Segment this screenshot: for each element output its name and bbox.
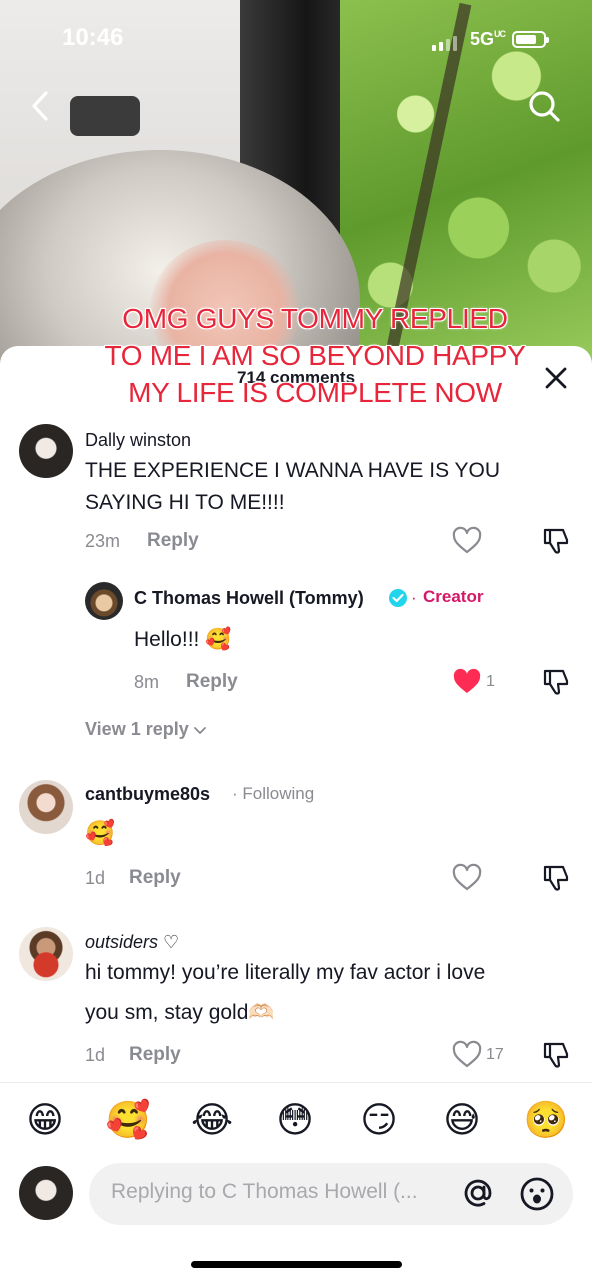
back-icon[interactable] bbox=[22, 86, 62, 126]
comment-time: 1d bbox=[85, 868, 106, 888]
dislike-icon[interactable] bbox=[541, 667, 571, 697]
dislike-icon[interactable] bbox=[541, 1040, 571, 1070]
following-badge: · Following bbox=[232, 784, 315, 803]
reply-input-placeholder[interactable]: Replying to C Thomas Howell (... bbox=[111, 1180, 451, 1204]
view-replies-button[interactable]: View 1 reply bbox=[85, 719, 207, 740]
creator-badge: Creator bbox=[423, 587, 484, 606]
emoji-flushed[interactable]: 😳 bbox=[270, 1096, 320, 1144]
comment-text: THE EXPERIENCE I WANNA HAVE IS YOU SAYIN… bbox=[85, 459, 501, 514]
reply-button[interactable]: Reply bbox=[186, 671, 238, 693]
comment-time: 1d bbox=[85, 1045, 106, 1065]
heart-icon[interactable] bbox=[452, 1040, 482, 1070]
heart-icon-filled[interactable] bbox=[452, 667, 482, 697]
battery-icon bbox=[512, 31, 549, 48]
security-camera bbox=[70, 96, 140, 136]
emoji-joy[interactable]: 😂 bbox=[187, 1096, 237, 1144]
comment-text: 🥰 bbox=[85, 820, 115, 847]
emoji-hearts[interactable]: 🥰 bbox=[103, 1096, 153, 1144]
comment-username[interactable]: outsiders ♡ bbox=[85, 932, 179, 953]
heart-icon[interactable] bbox=[452, 526, 482, 556]
comment-username[interactable]: cantbuyme80s bbox=[85, 784, 210, 805]
comment-username[interactable]: Dally winston bbox=[85, 430, 191, 451]
emoji-grin[interactable]: 😁 bbox=[20, 1096, 70, 1144]
network-indicator: 5GUC bbox=[470, 29, 506, 49]
comment-text-line1: hi tommy! you’re literally my fav actor … bbox=[85, 961, 486, 984]
verified-icon bbox=[388, 588, 408, 608]
status-time: 10:46 bbox=[62, 24, 124, 51]
close-icon[interactable] bbox=[540, 362, 572, 394]
avatar[interactable] bbox=[19, 927, 73, 981]
search-icon[interactable] bbox=[524, 86, 564, 126]
heart-icon[interactable] bbox=[452, 863, 482, 893]
reply-button[interactable]: Reply bbox=[147, 530, 199, 552]
avatar[interactable] bbox=[19, 424, 73, 478]
reply-username[interactable]: C Thomas Howell (Tommy) bbox=[134, 588, 364, 609]
avatar[interactable] bbox=[19, 780, 73, 834]
home-indicator bbox=[191, 1261, 402, 1268]
emoji-pleading[interactable]: 🥺 bbox=[521, 1096, 571, 1144]
emoji-smirk[interactable]: 😏 bbox=[354, 1096, 404, 1144]
reply-button[interactable]: Reply bbox=[129, 1044, 181, 1066]
like-count: 1 bbox=[486, 673, 495, 690]
comment-text-line2: you sm, stay gold🫶🏻 bbox=[85, 1001, 275, 1024]
emoji-icon[interactable] bbox=[518, 1175, 556, 1213]
reply-text: Hello!!! 🥰 bbox=[134, 628, 232, 651]
dislike-icon[interactable] bbox=[541, 526, 571, 556]
comment-time: 23m bbox=[85, 531, 121, 551]
reply-button[interactable]: Reply bbox=[129, 867, 181, 889]
at-icon[interactable] bbox=[460, 1175, 496, 1211]
user-avatar bbox=[19, 1166, 73, 1220]
like-count: 17 bbox=[486, 1046, 504, 1063]
signal-icon bbox=[432, 36, 457, 51]
dislike-icon[interactable] bbox=[541, 863, 571, 893]
avatar[interactable] bbox=[85, 582, 123, 620]
emoji-sweat-smile[interactable]: 😅 bbox=[437, 1096, 487, 1144]
chevron-down-icon bbox=[193, 726, 206, 734]
video-caption-overlay: OMG GUYS TOMMY REPLIED TO ME I AM SO BEY… bbox=[104, 303, 526, 408]
reply-time: 8m bbox=[134, 672, 160, 692]
